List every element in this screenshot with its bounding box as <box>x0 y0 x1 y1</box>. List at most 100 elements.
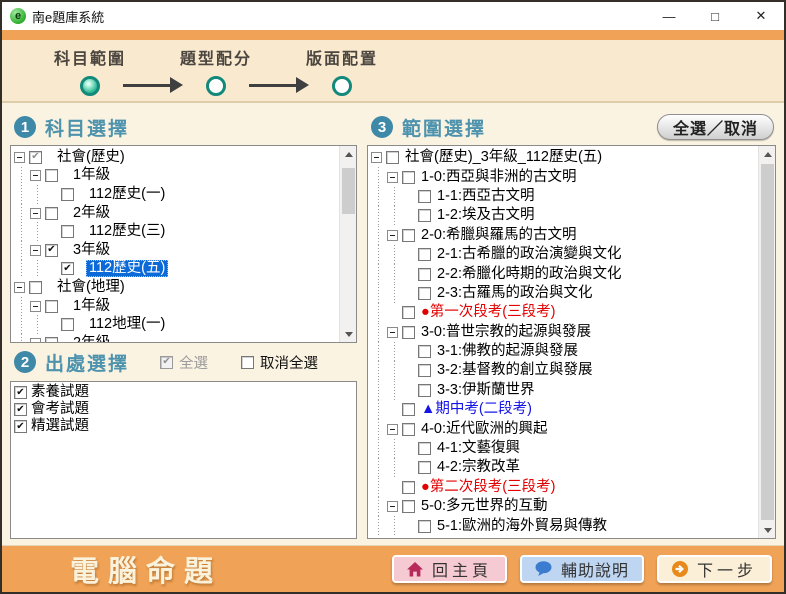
collapse-icon[interactable] <box>30 245 41 256</box>
tree-label[interactable]: 1年級 <box>70 167 113 184</box>
tree-item[interactable]: 2-0:希臘與羅馬的古文明 <box>371 226 775 245</box>
collapse-icon[interactable] <box>30 301 41 312</box>
tree-item[interactable]: ▲期中考(二段考) <box>371 400 775 419</box>
tree-label[interactable]: 4-0:近代歐洲的興起 <box>418 421 551 438</box>
maximize-button[interactable]: □ <box>692 2 738 30</box>
step-question-allocation[interactable]: 題型配分 <box>180 45 252 96</box>
collapse-icon[interactable] <box>387 172 398 183</box>
scroll-up-icon[interactable] <box>340 146 357 162</box>
tree-item[interactable]: 社會(歷史)_3年級_112歷史(五) <box>371 148 775 167</box>
tree-label[interactable]: 2-3:古羅馬的政治與文化 <box>434 285 596 302</box>
checkbox[interactable] <box>418 248 431 261</box>
tree-item[interactable]: 1-0:西亞與非洲的古文明 <box>371 167 775 186</box>
tree-item[interactable]: ●第一次段考(三段考) <box>371 303 775 322</box>
scrollbar[interactable] <box>339 146 356 342</box>
tree-label[interactable]: 3-2:基督教的創立與發展 <box>434 362 596 379</box>
tree-label[interactable]: 4-1:文藝復興 <box>434 440 523 457</box>
collapse-icon[interactable] <box>14 282 25 293</box>
scroll-down-icon[interactable] <box>759 522 776 538</box>
checkbox[interactable]: ✔ <box>14 403 27 416</box>
checkbox[interactable] <box>418 461 431 474</box>
tree-label[interactable]: ●第一次段考(三段考) <box>418 304 558 321</box>
scroll-up-icon[interactable] <box>759 146 776 162</box>
tree-label[interactable]: 2年級 <box>70 205 113 222</box>
tree-item[interactable]: 4-0:近代歐洲的興起 <box>371 419 775 438</box>
scrollbar-thumb[interactable] <box>761 164 774 520</box>
tree-label[interactable]: 1年級 <box>70 298 113 315</box>
tree-label[interactable]: 3-0:普世宗教的起源與發展 <box>418 324 594 341</box>
tree-item[interactable]: 4-2:宗教改革 <box>371 458 775 477</box>
tree-label[interactable]: 2-2:希臘化時期的政治與文化 <box>434 266 625 283</box>
tree-label[interactable]: 112歷史(三) <box>86 223 168 240</box>
scroll-down-icon[interactable] <box>340 326 357 342</box>
scrollbar[interactable] <box>758 146 775 538</box>
checkbox[interactable]: ✔ <box>29 151 42 164</box>
minimize-button[interactable]: — <box>646 2 692 30</box>
tree-item[interactable]: ✔112歷史(五) <box>14 260 356 279</box>
checkbox[interactable] <box>241 356 254 369</box>
checkbox[interactable] <box>418 209 431 222</box>
checkbox[interactable] <box>402 481 415 494</box>
tree-item[interactable]: 社會(地理) <box>14 278 356 297</box>
tree-item[interactable]: 3-2:基督教的創立與發展 <box>371 361 775 380</box>
tree-item[interactable]: ✔ 社會(歷史) <box>14 148 356 167</box>
select-all-toggle-button[interactable]: 全選／取消 <box>657 114 774 140</box>
tree-label[interactable]: 4-2:宗教改革 <box>434 459 523 476</box>
tree-label[interactable]: 社會(歷史) <box>54 149 128 166</box>
checkbox[interactable] <box>61 318 74 331</box>
checkbox[interactable] <box>45 169 58 182</box>
tree-label[interactable]: 1-0:西亞與非洲的古文明 <box>418 169 580 186</box>
tree-item[interactable]: 2-1:古希臘的政治演變與文化 <box>371 245 775 264</box>
checkbox[interactable] <box>45 300 58 313</box>
list-item[interactable]: ✔會考試題 <box>14 401 356 418</box>
checkbox[interactable] <box>61 188 74 201</box>
step-layout-config[interactable]: 版面配置 <box>306 45 378 96</box>
checkbox[interactable] <box>386 151 399 164</box>
tree-label[interactable]: 112地理(一) <box>86 316 168 333</box>
tree-item[interactable]: 1-1:西亞古文明 <box>371 187 775 206</box>
help-button[interactable]: 輔助說明 <box>520 555 644 583</box>
tree-item[interactable]: 1年級 <box>14 167 356 186</box>
checkbox[interactable] <box>402 326 415 339</box>
tree-item[interactable]: 112歷史(三) <box>14 222 356 241</box>
home-button[interactable]: 回主頁 <box>392 555 507 583</box>
collapse-icon[interactable] <box>30 208 41 219</box>
checkbox[interactable] <box>45 337 58 343</box>
tree-label[interactable]: 3-1:佛教的起源與發展 <box>434 343 581 360</box>
checkbox[interactable] <box>29 281 42 294</box>
tree-item[interactable]: 3-3:伊斯蘭世界 <box>371 381 775 400</box>
tree-label[interactable]: 社會(地理) <box>54 279 128 296</box>
tree-label[interactable]: 3年級 <box>70 242 113 259</box>
tree-item[interactable]: 4-1:文藝復興 <box>371 439 775 458</box>
checkbox[interactable] <box>402 306 415 319</box>
tree-item[interactable]: 3-1:佛教的起源與發展 <box>371 342 775 361</box>
checkbox[interactable] <box>402 229 415 242</box>
tree-label[interactable]: 3-3:伊斯蘭世界 <box>434 382 538 399</box>
checkbox[interactable] <box>418 520 431 533</box>
tree-label[interactable]: 2-1:古希臘的政治演變與文化 <box>434 246 625 263</box>
collapse-icon[interactable] <box>14 152 25 163</box>
checkbox[interactable] <box>402 403 415 416</box>
collapse-icon[interactable] <box>30 338 41 343</box>
collapse-icon[interactable] <box>387 424 398 435</box>
tree-item[interactable]: 5-1:歐洲的海外貿易與傳教 <box>371 516 775 535</box>
tree-label[interactable]: 112歷史(一) <box>86 186 168 203</box>
checkbox[interactable] <box>45 207 58 220</box>
list-item[interactable]: ✔精選試題 <box>14 418 356 435</box>
collapse-icon[interactable] <box>371 152 382 163</box>
tree-item[interactable]: ●第二次段考(三段考) <box>371 478 775 497</box>
collapse-icon[interactable] <box>387 327 398 338</box>
tree-item[interactable]: 2-2:希臘化時期的政治與文化 <box>371 264 775 283</box>
collapse-icon[interactable] <box>387 501 398 512</box>
tree-label[interactable]: 2年級 <box>70 335 113 343</box>
tree-item[interactable]: 2-3:古羅馬的政治與文化 <box>371 284 775 303</box>
tree-item[interactable]: 2年級 <box>14 334 356 343</box>
close-button[interactable]: ✕ <box>738 2 784 30</box>
collapse-icon[interactable] <box>30 170 41 181</box>
tree-item[interactable]: 112地理(一) <box>14 315 356 334</box>
checkbox[interactable] <box>402 423 415 436</box>
collapse-icon[interactable] <box>387 230 398 241</box>
checkbox[interactable] <box>418 364 431 377</box>
checkbox[interactable] <box>418 442 431 455</box>
tree-label[interactable]: 5-1:歐洲的海外貿易與傳教 <box>434 518 610 535</box>
